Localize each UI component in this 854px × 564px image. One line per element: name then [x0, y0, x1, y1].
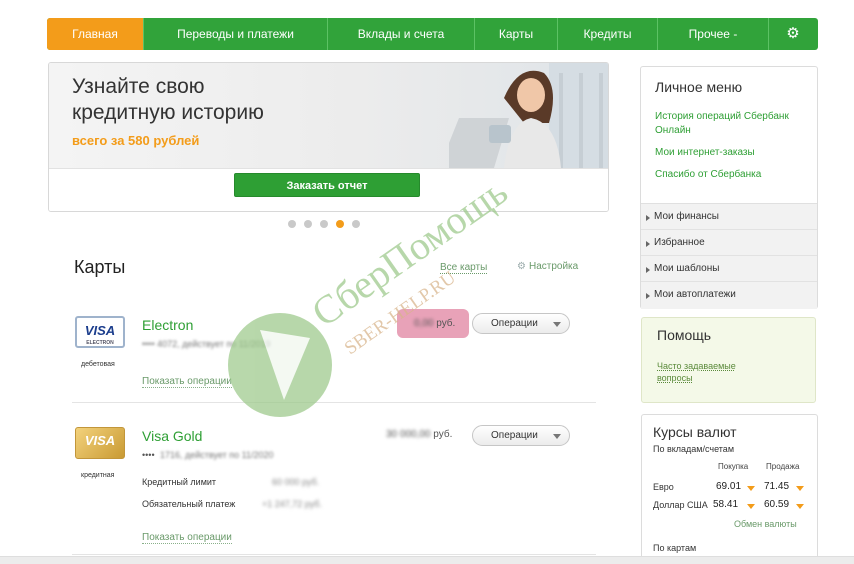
- card-balance: 30 000,00 руб.: [386, 429, 452, 440]
- carousel-dot[interactable]: [352, 220, 360, 228]
- nav-item-transfers[interactable]: Переводы и платежи: [144, 18, 328, 50]
- credit-limit-value: 60 000 руб.: [272, 477, 320, 487]
- rates-title: Курсы валют: [653, 424, 737, 440]
- card-type: дебетовая: [81, 361, 115, 368]
- card-logo-text: VISA: [84, 323, 116, 338]
- faq-link[interactable]: Часто задаваемые вопросы: [657, 360, 767, 384]
- card-name-link[interactable]: Electron: [142, 317, 193, 333]
- cards-settings-label: Настройка: [528, 261, 579, 272]
- personal-menu-panel: Личное меню История операций Сбербанк Он…: [640, 66, 818, 309]
- credit-limit-label: Кредитный лимит: [142, 477, 217, 487]
- caret-down-icon: [553, 322, 561, 327]
- banner-title: Узнайте свою кредитную историю: [72, 74, 372, 126]
- card-number: •••• 4072, действует по 11/2019: [142, 339, 271, 349]
- nav-item-credits[interactable]: Кредиты: [558, 18, 658, 50]
- banner-title-line1: Узнайте свою: [72, 75, 205, 98]
- card-logo-text: VISA: [84, 433, 116, 448]
- exchange-rates-panel: Курсы валют По вкладам/счетам Покупка Пр…: [641, 414, 818, 564]
- rate-row-label: Евро: [653, 482, 674, 492]
- rates-cards-subtitle: По картам: [653, 543, 697, 553]
- carousel-dot[interactable]: [320, 220, 328, 228]
- show-operations-link[interactable]: Показать операции: [142, 532, 232, 544]
- carousel-dot[interactable]: [304, 220, 312, 228]
- divider: [72, 402, 596, 403]
- spasibo-link[interactable]: Спасибо от Сбербанка: [655, 168, 813, 182]
- woman-with-laptop-illustration: [449, 63, 608, 168]
- carousel-dot-active[interactable]: [336, 220, 344, 228]
- operations-label: Операции: [491, 318, 538, 329]
- visa-electron-logo: VISA ELECTRON: [75, 316, 125, 348]
- menu-item-templates[interactable]: Мои шаблоны: [641, 256, 817, 282]
- visa-gold-logo: VISA: [75, 427, 125, 459]
- help-title: Помощь: [657, 327, 712, 343]
- menu-item-autopayments[interactable]: Мои автоплатежи: [641, 282, 817, 308]
- currency-exchange-link[interactable]: Обмен валюты: [734, 519, 797, 529]
- rate-buy-value: 58.41: [713, 499, 739, 510]
- banner-title-line2: кредитную историю: [72, 101, 264, 124]
- arrow-down-icon: [796, 486, 804, 491]
- rates-col-sell: Продажа: [766, 462, 800, 471]
- menu-item-my-finances[interactable]: Мои финансы: [641, 204, 817, 230]
- card-number-prefix: ••••: [142, 450, 155, 460]
- personal-menu-title: Личное меню: [655, 79, 743, 95]
- all-cards-link[interactable]: Все карты: [440, 262, 488, 274]
- show-operations-link[interactable]: Показать операции: [142, 376, 232, 388]
- operations-dropdown-button[interactable]: Операции: [472, 425, 570, 446]
- rate-sell-value: 60.59: [764, 499, 790, 510]
- promo-banner: Узнайте свою кредитную историю всего за …: [48, 62, 609, 212]
- rates-subtitle: По вкладам/счетам: [653, 444, 735, 454]
- banner-image: Узнайте свою кредитную историю всего за …: [49, 63, 608, 168]
- carousel-dot[interactable]: [288, 220, 296, 228]
- operations-history-link[interactable]: История операций Сбербанк Онлайн: [655, 110, 813, 138]
- personal-menu-list: Мои финансы Избранное Мои шаблоны Мои ав…: [641, 203, 817, 309]
- card-balance: 0,00 руб.: [414, 318, 455, 329]
- cards-settings-link[interactable]: ⚙ Настройка: [517, 261, 578, 272]
- arrow-down-icon: [796, 504, 804, 509]
- help-panel: Помощь Часто задаваемые вопросы: [641, 317, 816, 403]
- nav-item-cards[interactable]: Карты: [475, 18, 558, 50]
- min-payment-value: +1 247,72 руб.: [262, 499, 322, 509]
- divider: [72, 554, 596, 555]
- card-number: 1716, действует по 11/2020: [160, 450, 274, 460]
- cards-section-title: Карты: [74, 257, 126, 277]
- card-name-link[interactable]: Visa Gold: [142, 428, 202, 444]
- internet-orders-link[interactable]: Мои интернет-заказы: [655, 146, 813, 160]
- operations-dropdown-button[interactable]: Операции: [472, 313, 570, 334]
- main-nav: Главная Переводы и платежи Вклады и счет…: [47, 18, 818, 50]
- min-payment-label: Обязательный платеж: [142, 499, 236, 509]
- card-logo-subtext: ELECTRON: [86, 340, 114, 346]
- rates-col-buy: Покупка: [718, 462, 749, 471]
- rate-row-label: Доллар США: [653, 500, 708, 510]
- menu-item-favorites[interactable]: Избранное: [641, 230, 817, 256]
- carousel-dots: [288, 220, 360, 228]
- arrow-down-icon: [747, 486, 755, 491]
- arrow-down-icon: [747, 504, 755, 509]
- nav-item-other[interactable]: Прочее -: [658, 18, 769, 50]
- operations-label: Операции: [491, 430, 538, 441]
- gear-icon: ⚙: [517, 261, 526, 272]
- rate-sell-value: 71.45: [764, 481, 790, 492]
- banner-subtitle: всего за 580 рублей: [72, 133, 200, 148]
- nav-item-deposits[interactable]: Вклады и счета: [328, 18, 475, 50]
- card-type: кредитная: [81, 472, 115, 479]
- card-balance-unit: руб.: [433, 429, 453, 440]
- rate-buy-value: 69.01: [716, 481, 742, 492]
- gear-icon: ⚙: [786, 25, 800, 42]
- card-balance-unit: руб.: [436, 318, 456, 329]
- page-bottom-edge: [0, 556, 854, 564]
- nav-settings-button[interactable]: ⚙: [769, 18, 817, 50]
- caret-down-icon: [553, 434, 561, 439]
- card-balance-value: 30 000,00: [386, 429, 431, 440]
- card-balance-value: 0,00: [414, 318, 434, 329]
- nav-item-home[interactable]: Главная: [47, 18, 144, 50]
- order-report-button[interactable]: Заказать отчет: [234, 173, 420, 197]
